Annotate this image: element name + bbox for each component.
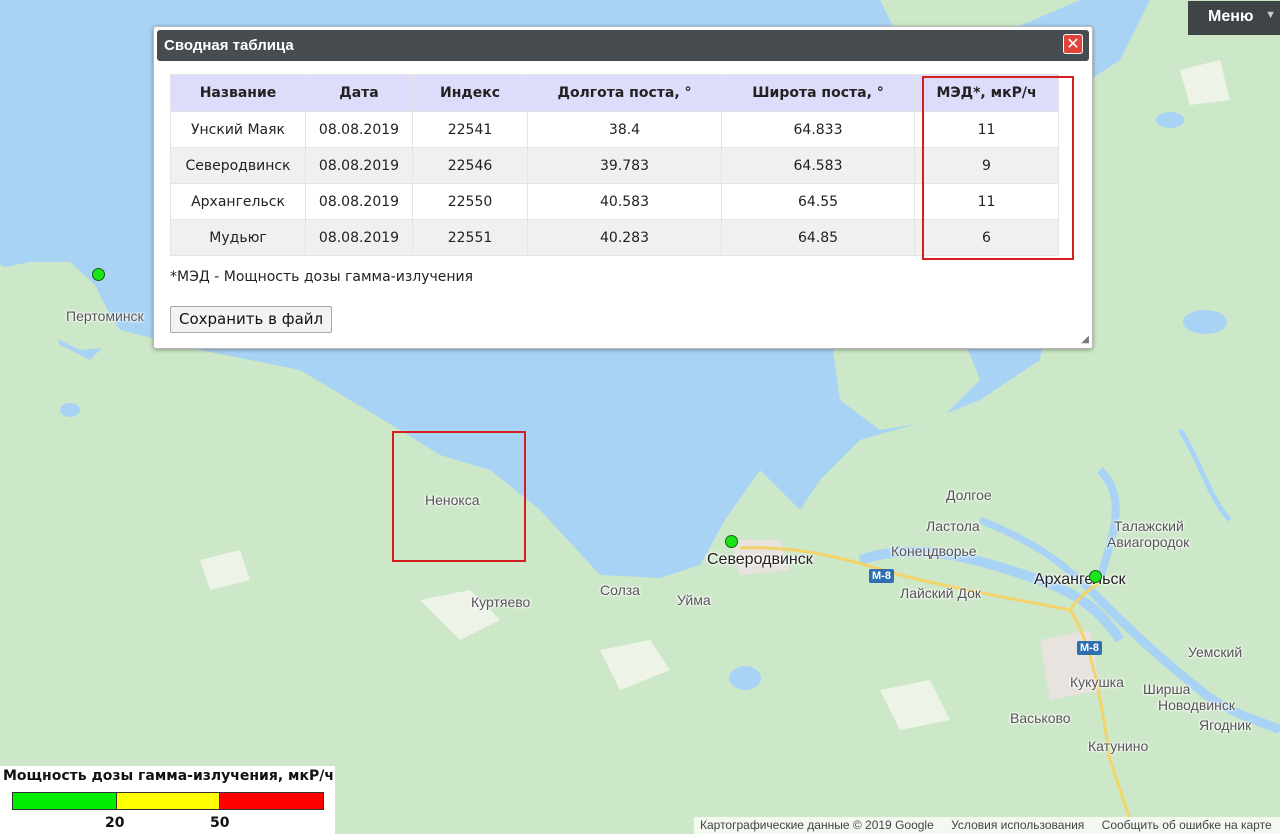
cell-longitude: 38.4 bbox=[527, 111, 722, 148]
place-katunino: Катунино bbox=[1088, 738, 1149, 754]
cell-date: 08.08.2019 bbox=[305, 183, 413, 220]
dialog-title: Сводная таблица bbox=[164, 37, 294, 54]
cell-name: Архангельск bbox=[170, 183, 306, 220]
cell-index: 22551 bbox=[412, 219, 528, 256]
place-solza: Солза bbox=[600, 582, 640, 598]
attribution-report-link[interactable]: Сообщить об ошибке на карте bbox=[1102, 818, 1272, 832]
legend-threshold-low: 20 bbox=[105, 815, 125, 831]
cell-index: 22541 bbox=[412, 111, 528, 148]
cell-latitude: 64.55 bbox=[721, 183, 915, 220]
place-novodvinsk: Новодвинск bbox=[1158, 697, 1235, 713]
place-konetsdvorye: Конецдворье bbox=[891, 543, 977, 559]
place-laisky-dok: Лайский Док bbox=[900, 585, 981, 601]
menu-label: Меню bbox=[1208, 8, 1254, 25]
cell-latitude: 64.833 bbox=[721, 111, 915, 148]
cell-latitude: 64.583 bbox=[721, 147, 915, 184]
cell-name: Мудьюг bbox=[170, 219, 306, 256]
column-header-latitude: Широта поста, ° bbox=[721, 74, 915, 112]
map-attribution: Картографические данные © 2019 Google Ус… bbox=[694, 817, 1280, 834]
station-marker-arkhangelsk[interactable] bbox=[1089, 570, 1102, 583]
column-header-longitude: Долгота поста, ° bbox=[527, 74, 722, 112]
highway-shield: M-8 bbox=[869, 569, 894, 583]
cell-name: Северодвинск bbox=[170, 147, 306, 184]
place-pertominsk: Пертоминск bbox=[66, 308, 144, 324]
place-aviagorodok: Авиагородок bbox=[1107, 534, 1190, 550]
place-kurtyaevo: Куртяево bbox=[471, 594, 531, 610]
cell-index: 22546 bbox=[412, 147, 528, 184]
attribution-terms-link[interactable]: Условия использования bbox=[951, 818, 1084, 832]
legend-swatch-high bbox=[219, 792, 324, 810]
place-lastola: Ластола bbox=[926, 518, 980, 534]
station-marker-unsky-mayak[interactable] bbox=[92, 268, 105, 281]
column-header-name: Название bbox=[170, 74, 306, 112]
place-severodvinsk: Северодвинск bbox=[707, 551, 813, 568]
save-to-file-button[interactable]: Сохранить в файл bbox=[170, 306, 333, 333]
legend-threshold-high: 50 bbox=[210, 815, 230, 831]
legend-title: Мощность дозы гамма-излучения, мкР/ч bbox=[3, 768, 334, 784]
legend-swatch-low bbox=[12, 792, 117, 810]
cell-longitude: 39.783 bbox=[527, 147, 722, 184]
summary-dialog: Сводная таблица ✕ Название Дата Индекс Д… bbox=[153, 26, 1093, 349]
column-header-index: Индекс bbox=[412, 74, 528, 112]
highlight-box-dose-column bbox=[922, 76, 1074, 260]
close-icon[interactable]: ✕ bbox=[1063, 34, 1083, 54]
cell-longitude: 40.283 bbox=[527, 219, 722, 256]
cell-index: 22550 bbox=[412, 183, 528, 220]
cell-date: 08.08.2019 bbox=[305, 111, 413, 148]
cell-latitude: 64.85 bbox=[721, 219, 915, 256]
place-arkhangelsk: Архангельск bbox=[1034, 571, 1126, 588]
menu-button[interactable]: Меню ▼ bbox=[1188, 1, 1280, 35]
cell-date: 08.08.2019 bbox=[305, 219, 413, 256]
resize-handle-icon[interactable]: ◢ bbox=[1081, 335, 1089, 345]
place-yagodnik: Ягодник bbox=[1199, 717, 1252, 733]
column-header-date: Дата bbox=[305, 74, 413, 112]
place-vaskovo: Васьково bbox=[1010, 710, 1071, 726]
highlight-box-nenoksa bbox=[392, 431, 526, 562]
legend-swatch-mid bbox=[116, 792, 220, 810]
place-uima: Уйма bbox=[677, 592, 711, 608]
dialog-titlebar[interactable]: Сводная таблица ✕ bbox=[157, 30, 1089, 61]
station-marker-severodvinsk[interactable] bbox=[725, 535, 738, 548]
cell-longitude: 40.583 bbox=[527, 183, 722, 220]
cell-date: 08.08.2019 bbox=[305, 147, 413, 184]
place-dolgoe: Долгое bbox=[946, 487, 992, 503]
place-yemsky: Уемский bbox=[1188, 644, 1243, 660]
attribution-map-data: Картографические данные © 2019 Google bbox=[700, 818, 934, 832]
place-shirsha: Ширша bbox=[1143, 681, 1191, 697]
chevron-down-icon: ▼ bbox=[1265, 9, 1276, 21]
place-talazhsky: Талажский bbox=[1114, 518, 1184, 534]
place-kukushka: Кукушка bbox=[1070, 674, 1124, 690]
footnote: *МЭД - Мощность дозы гамма-излучения bbox=[170, 269, 474, 285]
highway-shield: M-8 bbox=[1077, 641, 1102, 655]
cell-name: Унский Маяк bbox=[170, 111, 306, 148]
dose-rate-legend: Мощность дозы гамма-излучения, мкР/ч 20 … bbox=[0, 766, 335, 834]
